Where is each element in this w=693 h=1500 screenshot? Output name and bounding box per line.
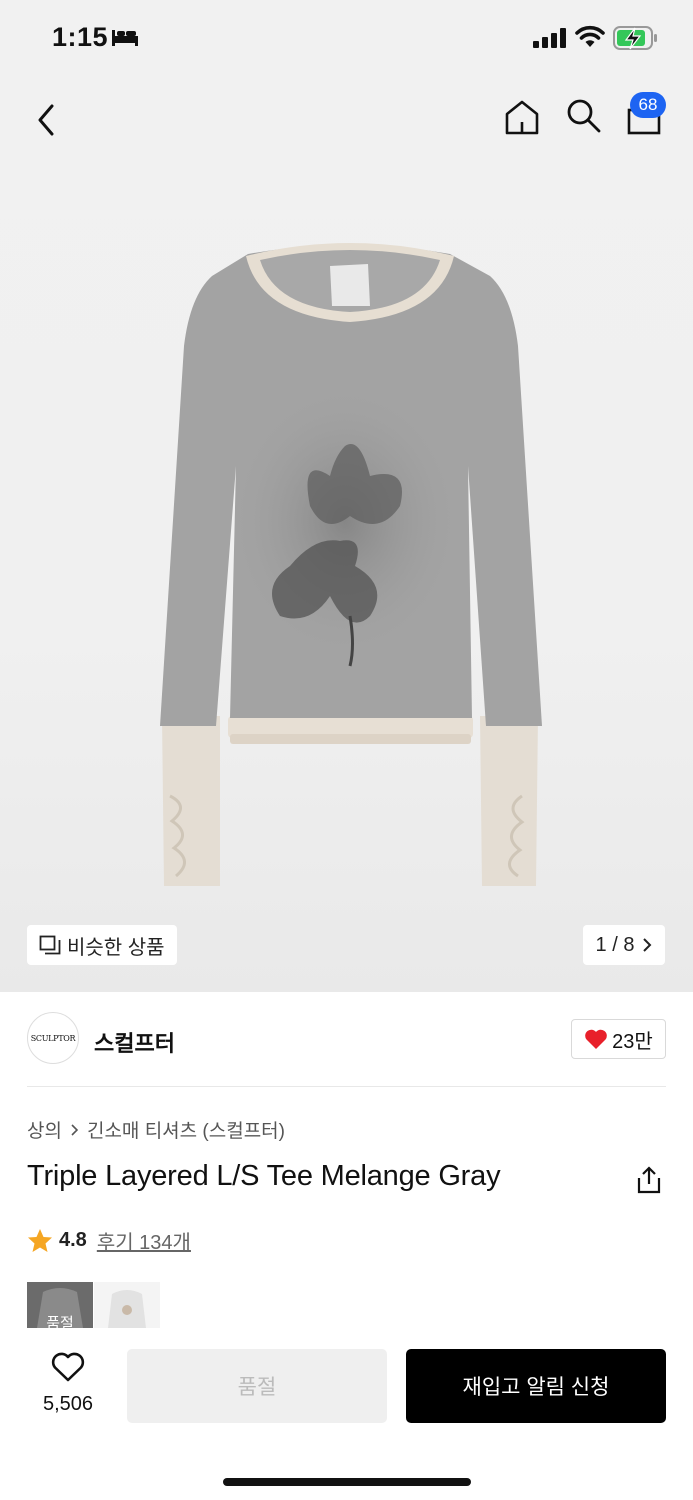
review-count-link[interactable]: 후기 134개 bbox=[97, 1226, 191, 1255]
cart-count-badge: 68 bbox=[630, 92, 666, 118]
similar-products-label: 비슷한 상품 bbox=[67, 936, 165, 959]
home-icon[interactable] bbox=[503, 98, 541, 136]
heart-outline-icon bbox=[51, 1352, 85, 1382]
rating-row: 4.8 후기 134개 bbox=[27, 1226, 191, 1255]
search-icon[interactable] bbox=[564, 96, 602, 134]
breadcrumb-category[interactable]: 상의 bbox=[27, 1116, 62, 1143]
brand-like-button[interactable]: 23만 bbox=[571, 1019, 666, 1059]
wishlist-button[interactable]: 5,506 bbox=[30, 1352, 106, 1416]
status-bar: 1:15 bbox=[0, 0, 693, 76]
brand-logo-text: SCULPTOR bbox=[30, 1033, 76, 1043]
status-time: 1:15 bbox=[52, 22, 109, 52]
breadcrumb: 상의 긴소매 티셔츠 (스컬프터) bbox=[27, 1116, 285, 1143]
brand-like-count: 23만 bbox=[612, 1030, 653, 1053]
heart-filled-icon bbox=[585, 1029, 607, 1049]
swatch-soldout-label: 품절 bbox=[46, 1315, 74, 1328]
product-title: Triple Layered L/S Tee Melange Gray bbox=[27, 1160, 501, 1192]
color-swatch-gray[interactable]: 품절 bbox=[27, 1282, 93, 1328]
product-image-gallery[interactable]: 68 비슷한 상품 1 / 8 bbox=[0, 76, 693, 992]
brand-name[interactable]: 스컬프터 bbox=[94, 1026, 175, 1058]
cellular-signal-icon bbox=[533, 28, 566, 48]
image-pager-button[interactable]: 1 / 8 bbox=[583, 925, 665, 965]
star-icon bbox=[28, 1229, 52, 1252]
share-icon[interactable] bbox=[636, 1166, 662, 1194]
image-pager-label: 1 / 8 bbox=[595, 933, 635, 956]
color-swatch-light[interactable] bbox=[94, 1282, 160, 1328]
chevron-right-icon bbox=[71, 1123, 79, 1136]
chevron-right-icon bbox=[643, 938, 652, 952]
product-photo bbox=[160, 243, 542, 886]
brand-row[interactable]: SCULPTOR 스컬프터 23만 bbox=[0, 992, 693, 1088]
rating-value: 4.8 bbox=[59, 1229, 87, 1251]
back-arrow-icon[interactable] bbox=[30, 100, 64, 140]
divider bbox=[27, 1086, 666, 1087]
battery-charging-icon bbox=[613, 26, 657, 50]
restock-alert-button[interactable]: 재입고 알림 신청 bbox=[406, 1349, 666, 1423]
bottom-action-bar: 5,506 품절 재입고 알림 신청 bbox=[0, 1328, 693, 1500]
sleep-focus-icon bbox=[112, 30, 138, 46]
similar-products-button[interactable]: 비슷한 상품 bbox=[27, 925, 177, 965]
wishlist-count: 5,506 bbox=[42, 1393, 94, 1415]
swatch-light-thumbnail bbox=[94, 1282, 160, 1328]
similar-items-icon bbox=[39, 935, 61, 955]
home-indicator[interactable] bbox=[223, 1478, 471, 1486]
brand-logo[interactable]: SCULPTOR bbox=[27, 1012, 79, 1064]
soldout-button[interactable]: 품절 bbox=[127, 1349, 387, 1423]
wifi-icon bbox=[575, 25, 605, 47]
breadcrumb-subcategory[interactable]: 긴소매 티셔츠 (스컬프터) bbox=[87, 1116, 285, 1143]
